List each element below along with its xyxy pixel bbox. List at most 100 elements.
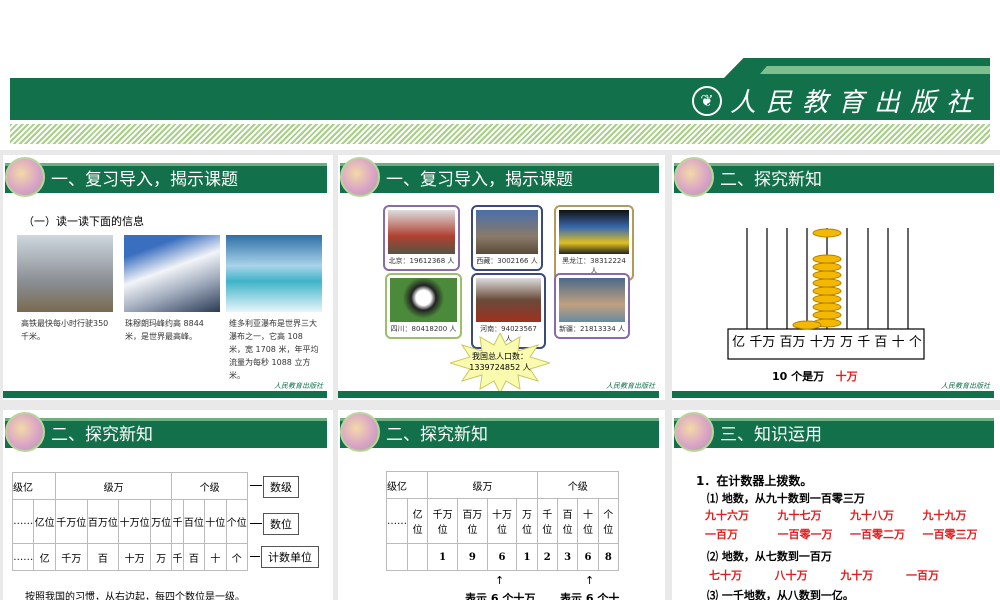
photo-caption: 西藏：3002166 人 [476, 257, 538, 265]
place-cell: 百万位 [86, 499, 120, 544]
template-header: ❦ 人民教育出版社 [0, 0, 1000, 150]
unit-cell: 千 [171, 543, 184, 571]
level-cell: 级亿 [12, 472, 56, 500]
answer: 一百零一万 [777, 528, 833, 541]
unit-cell: 百 [182, 543, 206, 571]
part-2: ⑵ 地数，从七数到一百万 [707, 550, 832, 563]
level-cell: 级万 [54, 472, 173, 500]
photo-caption: 四川：80418200 人 [390, 325, 457, 333]
place-cell: 亿位 [406, 498, 429, 544]
abacus-bead [812, 286, 842, 296]
slide-footer [338, 391, 659, 398]
mountain-image [124, 235, 220, 312]
rod-label: 百万 [779, 335, 806, 350]
abacus-labels: 亿千万 百万 十万万千百十个 [730, 331, 924, 350]
train-caption: 高铁最快每小时行驶350 千米。 [21, 319, 109, 341]
abacus-bead [792, 320, 822, 330]
abacus-bead [812, 228, 842, 238]
slide-4[interactable]: 二、探究新知 级亿 级万 个级 …… 亿位 千万位 百万位 十万位 万位千百位 十位 个位 …… 亿… [3, 410, 333, 600]
unit-cell: 万 [149, 543, 173, 571]
place-value-table: 级亿 级万 个级 …… 亿位 千万位 百万位 十万位 万位千百位 十位 个位 …… 亿千万百十万万千… [11, 472, 249, 571]
slide-title: 二、探究新知 [51, 425, 153, 445]
photo-caption: 北京：19612368 人 [388, 257, 455, 265]
rod-label: 百 [874, 335, 888, 350]
rod-label: 十 [891, 335, 905, 350]
answer: 一百零三万 [922, 528, 978, 541]
number-table: 级亿 级万 个级 …… 亿位 千万位 百万位 十万位 万位 千位 百位 十位 个位 19612368 [385, 471, 620, 571]
arrow-icon [250, 485, 262, 486]
answer: 九十六万 [705, 509, 749, 522]
rod-label: 千 [857, 335, 871, 350]
label-unit: 计数单位 [261, 546, 319, 568]
answer: 九十七万 [777, 509, 822, 522]
rod-label: 万 [839, 335, 853, 350]
level-cell: 个级 [536, 471, 620, 499]
digit-cell: 6 [486, 543, 518, 571]
place-cell: …… [11, 499, 35, 544]
burst-label: 我国总人口数： [472, 352, 528, 361]
rod-label: 亿 [732, 335, 746, 350]
digit-cell: 3 [556, 543, 579, 571]
answer: 一百万 [705, 528, 738, 541]
avatar-icon [5, 157, 45, 197]
photo-caption: 新疆：21813334 人 [559, 325, 625, 333]
header-stripe [10, 124, 990, 144]
mountain-caption: 珠穆朗玛峰约高 8844 米，是世界最高峰。 [125, 319, 204, 341]
unit-cell: 百 [86, 543, 120, 571]
place-cell: 千位 [536, 498, 558, 544]
place-cell: 千万位 [54, 499, 88, 544]
slide-6[interactable]: 三、知识运用 1．在计数器上拨数。 ⑴ 地数，从九十数到一百零三万 九十六万 九十… [672, 410, 1000, 600]
photo-heilongjiang: 黑龙江：38312224 人 [554, 205, 634, 281]
up-arrow-icon: ↑ [585, 574, 595, 587]
place-cell: 千 [171, 499, 184, 544]
slide-footer [672, 391, 994, 398]
part-1: ⑴ 地数，从九十数到一百零三万 [707, 492, 865, 505]
avatar-icon [340, 157, 380, 197]
avatar-icon [5, 412, 45, 452]
digit-cell: 6 [577, 543, 599, 571]
digit-cell: 2 [536, 543, 558, 571]
place-cell: 千万位 [427, 498, 458, 544]
place-cell: 十位 [577, 498, 599, 544]
slide-5[interactable]: 二、探究新知 级亿 级万 个级 …… 亿位 千万位 百万位 十万位 万位 千位 百位 十位 个位 19… [338, 410, 665, 600]
burst-value: 1339724852 人 [469, 363, 531, 372]
publisher-name: 人民教育出版社 [729, 88, 982, 118]
answer: 九十八万 [850, 509, 894, 522]
note-text: 10 个是万 [772, 370, 825, 383]
level-cell: 级亿 [385, 471, 429, 499]
arrow-icon [250, 523, 262, 524]
slide-2[interactable]: 一、复习导入，揭示课题 北京：19612368 人 西藏：3002166 人 黑… [338, 155, 665, 400]
place-cell: 个位 [597, 498, 620, 544]
unit-cell: 个 [225, 543, 249, 571]
abacus-bead [812, 278, 842, 288]
answer: 九十九万 [922, 509, 967, 522]
subtitle: （一）读一读下面的信息 [23, 215, 144, 228]
place-cell: 个位 [225, 499, 249, 544]
digit-cell [406, 543, 429, 571]
slide-1[interactable]: 一、复习导入，揭示课题 （一）读一读下面的信息 高铁最快每小时行驶350 千米。… [3, 155, 333, 400]
place-cell: 亿位 [33, 499, 56, 544]
level-cell: 级万 [427, 471, 538, 499]
note-hundred-thousands: 表示 6 个十万 [465, 592, 536, 600]
question-1: 1．在计数器上拨数。 [696, 474, 813, 488]
place-cell: 百位 [556, 498, 579, 544]
digit-cell: 1 [427, 543, 458, 571]
abacus-bead [812, 270, 842, 280]
note-answer: 十万 [835, 370, 858, 383]
slide-title: 三、知识运用 [720, 425, 822, 445]
unit-cell: 十万 [118, 543, 151, 571]
abacus-bead [812, 302, 842, 312]
abacus-note: 10 个是万 十万 [772, 368, 858, 384]
answers-1: 九十六万 九十七万 九十八万 九十九万 一百万 一百零一万 一百零二万 一百零三万 [705, 507, 995, 542]
rule-text: 按照我国的习惯，从右边起，每四个数位是一级。 [25, 592, 245, 600]
publisher-logo: ❦ 人民教育出版社 [691, 82, 982, 119]
slide-3[interactable]: 二、探究新知 亿千万 百万 十万万千百十个 10 个是万 十万 人民教育出版社 [672, 155, 1000, 400]
place-cell: 十万位 [486, 498, 518, 544]
footer-logo: 人民教育出版社 [606, 382, 655, 390]
footer-logo: 人民教育出版社 [274, 382, 323, 390]
photo-beijing: 北京：19612368 人 [383, 205, 460, 271]
answer: 八十万 [774, 569, 808, 582]
place-cell: 十位 [204, 499, 227, 544]
photo-sichuan: 四川：80418200 人 [385, 273, 462, 339]
place-cell: 百位 [182, 499, 206, 544]
